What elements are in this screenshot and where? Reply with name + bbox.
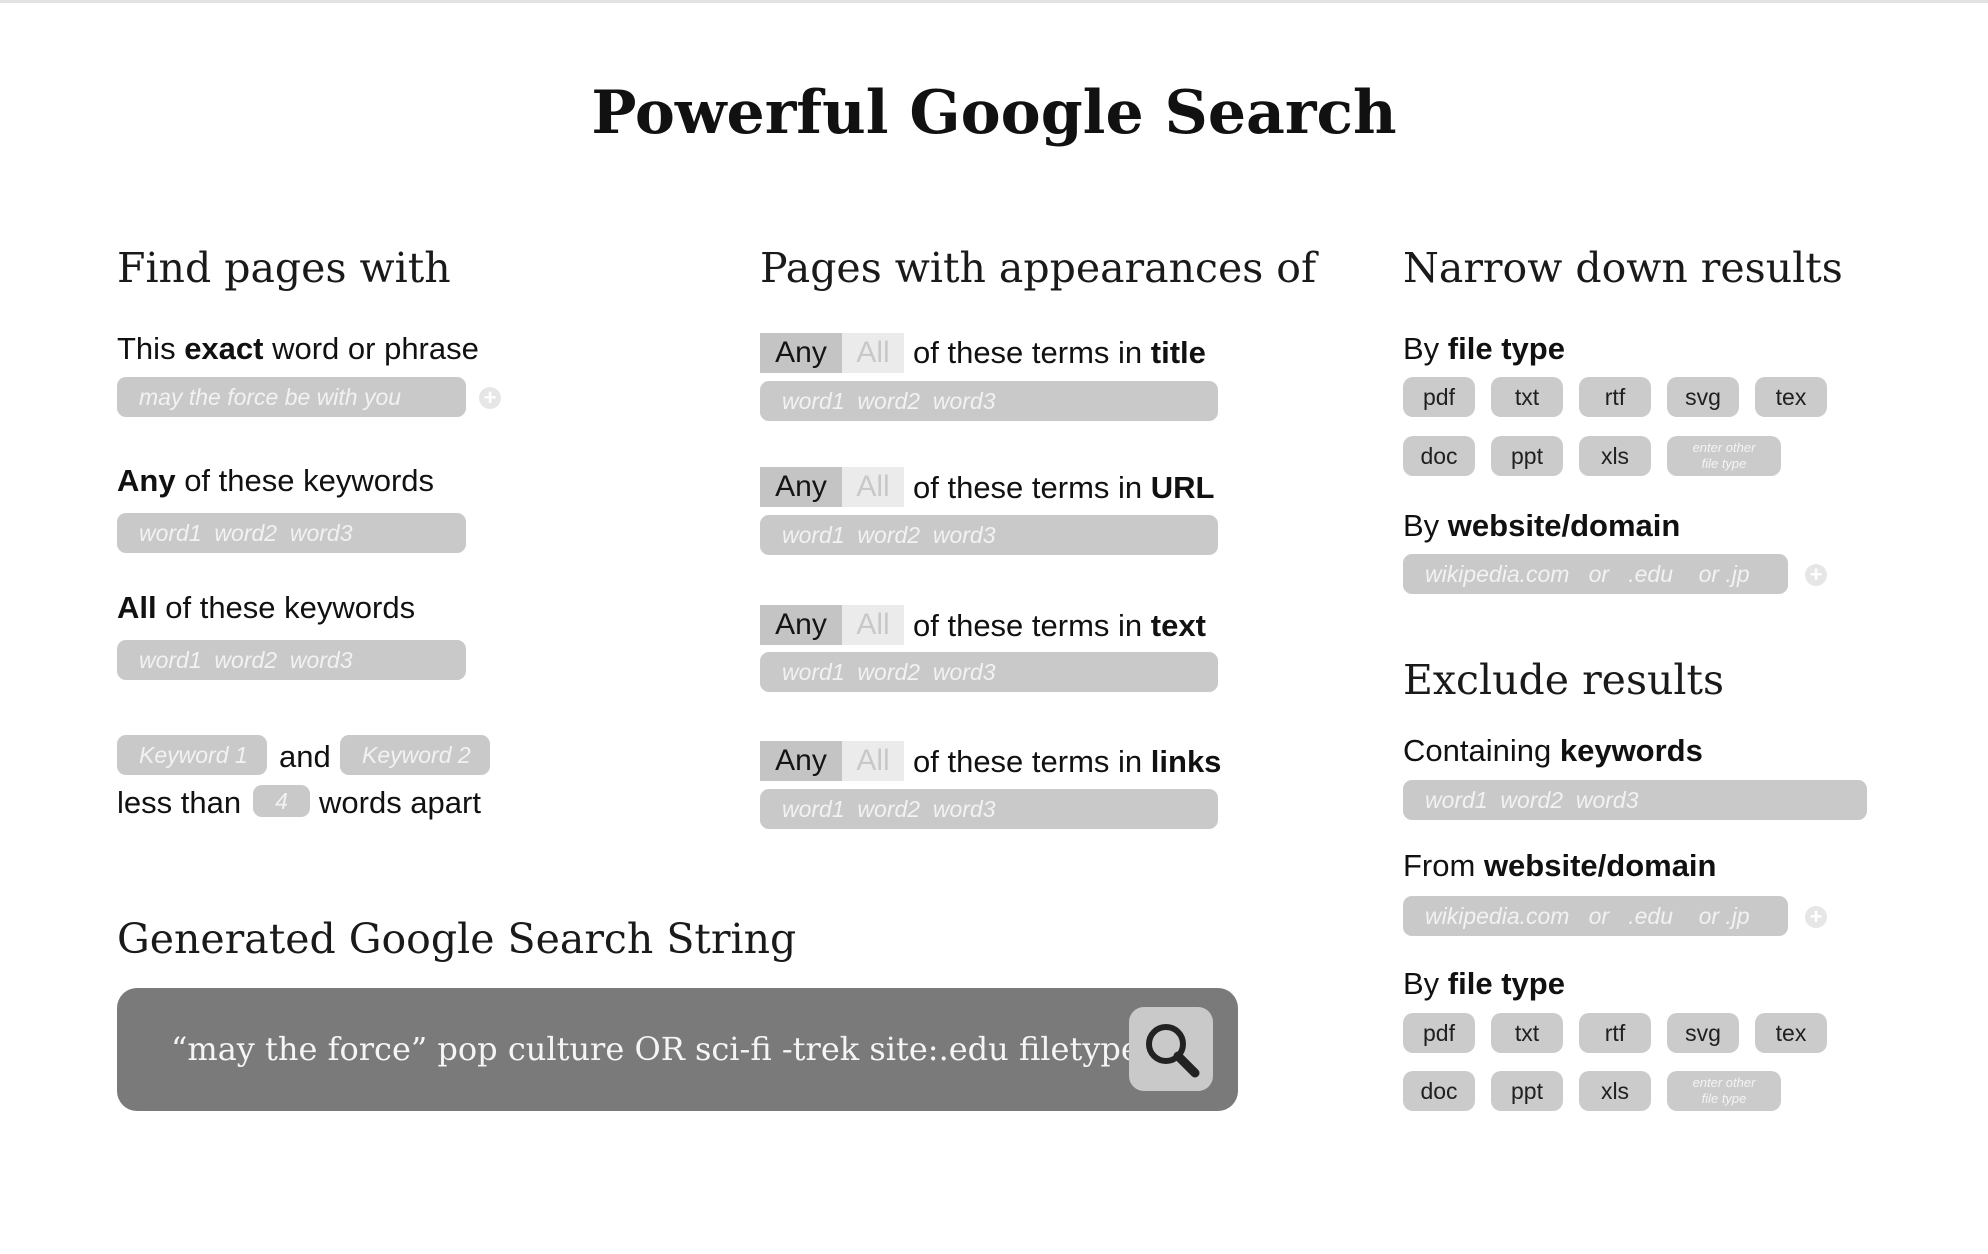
find-pages-heading: Find pages with xyxy=(117,244,451,292)
proximity-keyword2-input[interactable]: Keyword 2 xyxy=(340,735,490,775)
add-domain-icon[interactable]: + xyxy=(1805,564,1827,586)
exclude-filetype-label: By file type xyxy=(1403,966,1565,1001)
exclude-domain-input[interactable]: wikipedia.com or .edu or .jp xyxy=(1403,896,1788,936)
add-exclude-domain-icon[interactable]: + xyxy=(1805,906,1827,928)
generated-search-string[interactable]: “may the force” pop culture OR sci-fi -t… xyxy=(171,988,1203,1111)
exclude-chip-ppt[interactable]: ppt xyxy=(1491,1071,1563,1111)
exclude-domain-label: From website/domain xyxy=(1403,848,1717,883)
exclude-keywords-label: Containing keywords xyxy=(1403,733,1703,768)
toggle-all-option[interactable]: All xyxy=(842,605,904,645)
text-terms-label: of these terms in text xyxy=(913,608,1206,643)
exclude-chip-xls[interactable]: xls xyxy=(1579,1071,1651,1111)
toggle-all-option[interactable]: All xyxy=(842,741,904,781)
exclude-chip-pdf[interactable]: pdf xyxy=(1403,1013,1475,1053)
exclude-chip-txt[interactable]: txt xyxy=(1491,1013,1563,1053)
exclude-chip-svg[interactable]: svg xyxy=(1667,1013,1739,1053)
narrow-chip-svg[interactable]: svg xyxy=(1667,377,1739,417)
toggle-any-option[interactable]: Any xyxy=(760,467,842,507)
exclude-other-filetype-input[interactable]: enter other file type xyxy=(1667,1071,1781,1111)
proximity-words-apart-label: words apart xyxy=(319,785,481,820)
narrow-domain-input[interactable]: wikipedia.com or .edu or .jp xyxy=(1403,554,1788,594)
exclude-chip-tex[interactable]: tex xyxy=(1755,1013,1827,1053)
narrow-chip-xls[interactable]: xls xyxy=(1579,436,1651,476)
proximity-less-than-label: less than xyxy=(117,785,242,820)
any-keywords-label: Any of these keywords xyxy=(117,463,435,498)
all-keywords-input[interactable]: word1 word2 word3 xyxy=(117,640,466,680)
exact-phrase-label: This exact word or phrase xyxy=(117,331,479,366)
narrow-chip-tex[interactable]: tex xyxy=(1755,377,1827,417)
text-terms-input[interactable]: word1 word2 word3 xyxy=(760,652,1218,692)
title-terms-label: of these terms in title xyxy=(913,335,1206,370)
toggle-any-option[interactable]: Any xyxy=(760,741,842,781)
search-icon xyxy=(1146,1024,1200,1078)
narrow-chip-txt[interactable]: txt xyxy=(1491,377,1563,417)
narrow-heading: Narrow down results xyxy=(1403,244,1843,292)
proximity-keyword1-input[interactable]: Keyword 1 xyxy=(117,735,267,775)
exclude-chip-doc[interactable]: doc xyxy=(1403,1071,1475,1111)
toggle-any-option[interactable]: Any xyxy=(760,333,842,373)
links-terms-label: of these terms in links xyxy=(913,744,1222,779)
search-button[interactable] xyxy=(1129,1007,1213,1091)
title-terms-input[interactable]: word1 word2 word3 xyxy=(760,381,1218,421)
exclude-chip-rtf[interactable]: rtf xyxy=(1579,1013,1651,1053)
proximity-distance-input[interactable]: 4 xyxy=(253,785,310,817)
exact-phrase-input[interactable]: may the force be with you xyxy=(117,377,466,417)
toggle-all-option[interactable]: All xyxy=(842,333,904,373)
toggle-all-option[interactable]: All xyxy=(842,467,904,507)
narrow-chip-doc[interactable]: doc xyxy=(1403,436,1475,476)
links-any-all-toggle[interactable]: Any All xyxy=(760,741,904,781)
all-keywords-label: All of these keywords xyxy=(117,590,416,625)
page-title: Powerful Google Search xyxy=(591,78,1397,148)
add-phrase-icon[interactable]: + xyxy=(479,387,501,409)
top-border xyxy=(0,0,1988,3)
title-any-all-toggle[interactable]: Any All xyxy=(760,333,904,373)
narrow-chip-ppt[interactable]: ppt xyxy=(1491,436,1563,476)
narrow-chip-pdf[interactable]: pdf xyxy=(1403,377,1475,417)
generated-heading: Generated Google Search String xyxy=(117,915,797,963)
url-terms-input[interactable]: word1 word2 word3 xyxy=(760,515,1218,555)
narrow-other-filetype-input[interactable]: enter other file type xyxy=(1667,436,1781,476)
any-keywords-input[interactable]: word1 word2 word3 xyxy=(117,513,466,553)
exclude-heading: Exclude results xyxy=(1403,656,1725,704)
links-terms-input[interactable]: word1 word2 word3 xyxy=(760,789,1218,829)
generated-search-string-box[interactable]: “may the force” pop culture OR sci-fi -t… xyxy=(117,988,1238,1111)
appearances-heading: Pages with appearances of xyxy=(760,244,1317,292)
url-terms-label: of these terms in URL xyxy=(913,470,1215,505)
narrow-domain-label: By website/domain xyxy=(1403,508,1681,543)
exclude-keywords-input[interactable]: word1 word2 word3 xyxy=(1403,780,1867,820)
narrow-chip-rtf[interactable]: rtf xyxy=(1579,377,1651,417)
toggle-any-option[interactable]: Any xyxy=(760,605,842,645)
url-any-all-toggle[interactable]: Any All xyxy=(760,467,904,507)
text-any-all-toggle[interactable]: Any All xyxy=(760,605,904,645)
proximity-and-label: and xyxy=(279,739,331,774)
narrow-filetype-label: By file type xyxy=(1403,331,1565,366)
